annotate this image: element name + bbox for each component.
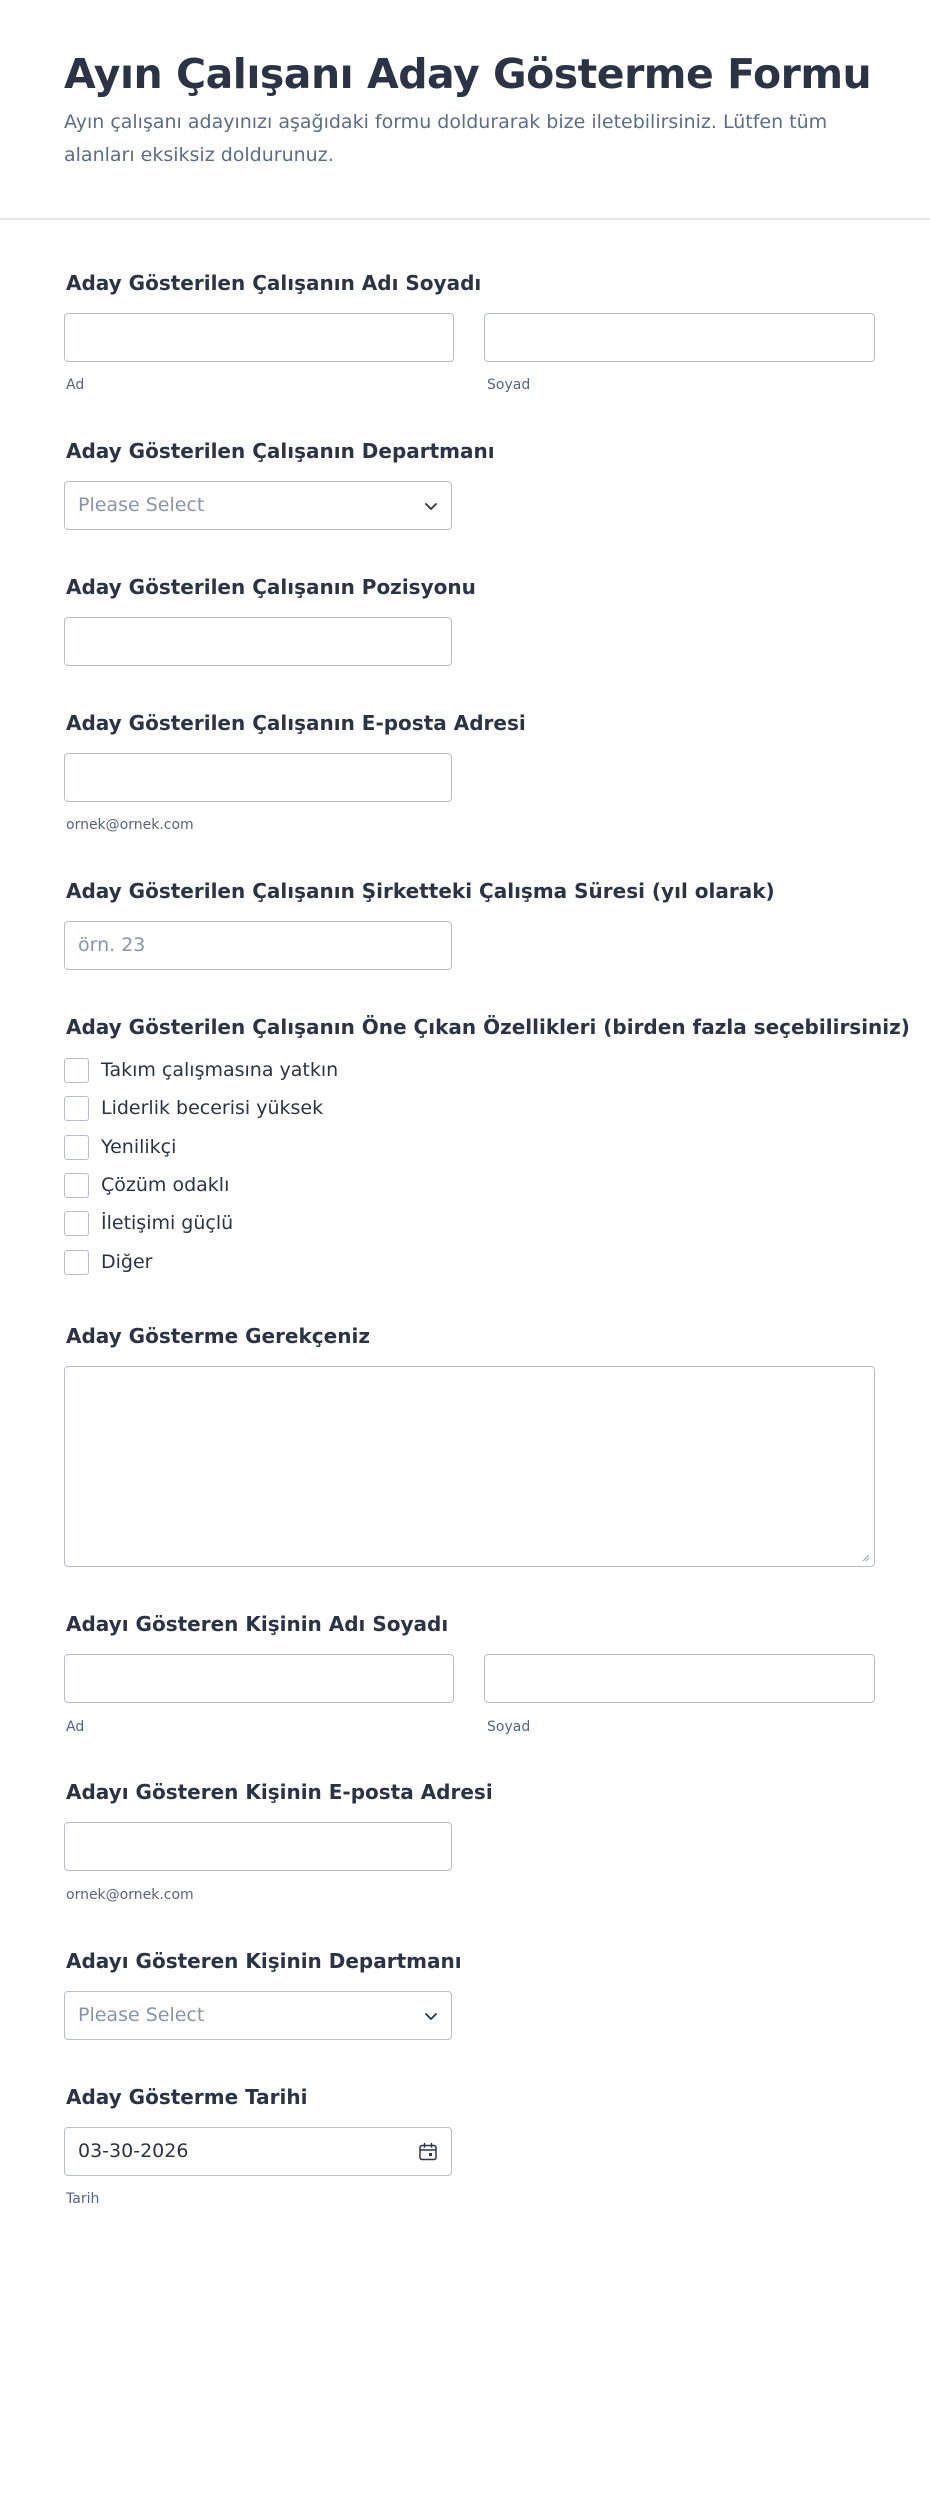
nomination-date-input[interactable]: 03-30-2026: [64, 2127, 452, 2176]
nominee-department-label: Aday Gösterilen Çalışanın Departmanı: [66, 439, 495, 463]
nomination-date-value: 03-30-2026: [78, 2140, 189, 2162]
nominee-email-sublabel: ornek@ornek.com: [66, 817, 194, 833]
nominee-first-name-input[interactable]: [64, 313, 454, 362]
reason-label: Aday Gösterme Gerekçeniz: [66, 1324, 370, 1348]
nomination-date-sublabel: Tarih: [66, 2191, 100, 2207]
chevron-down-icon: [425, 2013, 437, 2020]
nominee-department-select[interactable]: Please Select: [64, 481, 452, 530]
reason-textarea[interactable]: [64, 1366, 875, 1567]
checkbox[interactable]: [64, 1173, 89, 1198]
nominator-first-name-input[interactable]: [64, 1654, 454, 1703]
nominator-email-input[interactable]: [64, 1822, 452, 1871]
nominee-email-label: Aday Gösterilen Çalışanın E-posta Adresi: [66, 711, 526, 735]
trait-option-label[interactable]: Diğer: [101, 1251, 152, 1273]
checkbox[interactable]: [64, 1250, 89, 1275]
nominator-email-label: Adayı Gösteren Kişinin E-posta Adresi: [66, 1780, 493, 1804]
nominee-tenure-placeholder: örn. 23: [78, 934, 146, 956]
nominee-tenure-label: Aday Gösterilen Çalışanın Şirketteki Çal…: [66, 879, 775, 903]
nominee-last-name-sublabel: Soyad: [487, 377, 531, 393]
nominator-last-name-sublabel: Soyad: [487, 1719, 531, 1735]
nominator-department-label: Adayı Gösteren Kişinin Departmanı: [66, 1949, 462, 1973]
nominator-department-select[interactable]: Please Select: [64, 1991, 452, 2040]
nominee-name-label: Aday Gösterilen Çalışanın Adı Soyadı: [66, 271, 482, 295]
nominator-department-placeholder: Please Select: [78, 2004, 205, 2026]
nominee-email-input[interactable]: [64, 753, 452, 802]
chevron-down-icon: [425, 503, 437, 510]
trait-option-label[interactable]: Yenilikçi: [101, 1136, 176, 1158]
checkbox[interactable]: [64, 1211, 89, 1236]
form-title: Ayın Çalışanı Aday Gösterme Formu: [64, 50, 872, 98]
nominee-position-label: Aday Gösterilen Çalışanın Pozisyonu: [66, 575, 476, 599]
nominee-first-name-sublabel: Ad: [66, 377, 85, 393]
nomination-date-label: Aday Gösterme Tarihi: [66, 2085, 308, 2109]
nominator-email-sublabel: ornek@ornek.com: [66, 1887, 194, 1903]
trait-option-label[interactable]: Liderlik becerisi yüksek: [101, 1097, 323, 1119]
checkbox[interactable]: [64, 1135, 89, 1160]
nominator-first-name-sublabel: Ad: [66, 1719, 85, 1735]
nominee-department-placeholder: Please Select: [78, 494, 205, 516]
nominee-last-name-input[interactable]: [484, 313, 875, 362]
nominator-name-label: Adayı Gösteren Kişinin Adı Soyadı: [66, 1612, 449, 1636]
nominee-traits-label: Aday Gösterilen Çalışanın Öne Çıkan Özel…: [66, 1015, 910, 1039]
resize-handle-icon[interactable]: [860, 1552, 870, 1562]
nominator-last-name-input[interactable]: [484, 1654, 875, 1703]
trait-option-label[interactable]: Çözüm odaklı: [101, 1174, 229, 1196]
form-subtitle: Ayın çalışanı adayınızı aşağıdaki formu …: [64, 111, 828, 166]
trait-option-label[interactable]: İletişimi güçlü: [101, 1212, 233, 1234]
nominee-tenure-input[interactable]: örn. 23: [64, 921, 452, 970]
nominee-position-input[interactable]: [64, 617, 452, 666]
form-header: Ayın Çalışanı Aday Gösterme Formu Ayın ç…: [0, 0, 930, 220]
checkbox[interactable]: [64, 1058, 89, 1083]
calendar-icon[interactable]: [417, 2141, 439, 2163]
trait-option-label[interactable]: Takım çalışmasına yatkın: [101, 1059, 338, 1081]
checkbox[interactable]: [64, 1096, 89, 1121]
